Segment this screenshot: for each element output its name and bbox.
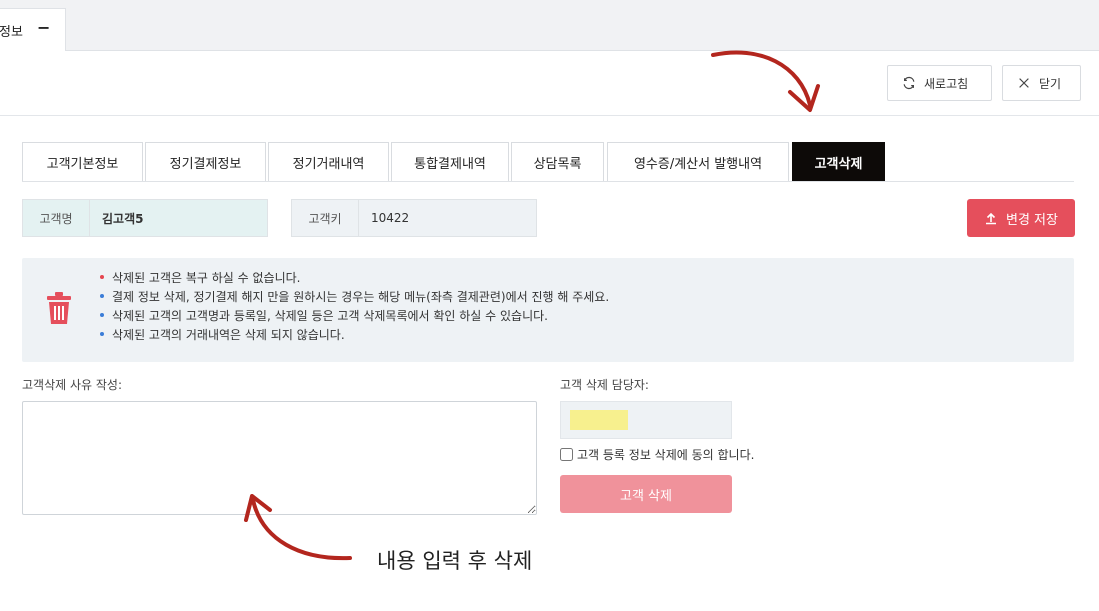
notice-item: 결제 정보 삭제, 정기결제 해지 만을 원하시는 경우는 해당 메뉴(좌측 결… xyxy=(100,288,609,307)
tab-label: 통합결제내역 xyxy=(414,156,486,172)
window-tab-strip xyxy=(0,0,1099,51)
delete-customer-label: 고객 삭제 xyxy=(620,488,672,504)
tab-label: 정기거래내역 xyxy=(292,156,365,172)
close-button[interactable]: 닫기 xyxy=(1002,65,1081,101)
delete-customer-button[interactable]: 고객 삭제 xyxy=(560,475,732,513)
save-changes-button[interactable]: 변경 저장 xyxy=(967,199,1075,237)
tab-label: 정기결제정보 xyxy=(169,156,242,172)
tab-bar: 고객기본정보 정기결제정보 정기거래내역 통합결제내역 상담목록 영수증/계산서… xyxy=(22,142,1074,182)
tab-recurring-transactions[interactable]: 정기거래내역 xyxy=(268,142,389,181)
bullet-dot xyxy=(100,275,104,279)
customer-key-field: 고객키 10422 xyxy=(291,199,537,237)
customer-name-value: 김고객5 xyxy=(102,211,144,226)
delete-notice: 삭제된 고객은 복구 하실 수 없습니다. 결제 정보 삭제, 정기결제 해지 … xyxy=(22,258,1074,362)
customer-key-label: 고객키 xyxy=(292,200,359,236)
annotation-text: 내용 입력 후 삭제 xyxy=(377,549,533,573)
save-changes-label: 변경 저장 xyxy=(1006,212,1058,228)
tab-delete-customer[interactable]: 고객삭제 xyxy=(792,142,885,181)
refresh-icon xyxy=(903,76,915,90)
notice-item: 삭제된 고객의 고객명과 등록일, 삭제일 등은 고객 삭제목록에서 확인 하실… xyxy=(100,307,609,326)
window-tab[interactable]: 정보 − xyxy=(0,8,66,51)
refresh-button[interactable]: 새로고침 xyxy=(887,65,992,101)
trash-icon xyxy=(47,292,71,324)
tab-label: 고객삭제 xyxy=(814,156,863,172)
reason-textarea[interactable] xyxy=(22,401,537,515)
notice-item: 삭제된 고객은 복구 하실 수 없습니다. xyxy=(100,269,609,288)
bullet-dot xyxy=(100,313,104,317)
window-tab-title: 정보 xyxy=(0,25,23,40)
manager-field xyxy=(560,401,732,439)
tab-customer-info[interactable]: 고객기본정보 xyxy=(22,142,143,181)
upload-icon xyxy=(986,212,996,225)
manager-label: 고객 삭제 담당자: xyxy=(560,378,649,392)
minus-icon[interactable]: − xyxy=(37,18,50,37)
close-icon xyxy=(1019,78,1029,88)
agree-checkbox[interactable] xyxy=(560,448,573,461)
customer-name-field: 고객명 김고객5 xyxy=(22,199,268,237)
reason-label: 고객삭제 사유 작성: xyxy=(22,378,122,392)
tab-recurring-payment[interactable]: 정기결제정보 xyxy=(145,142,266,181)
tab-consultations[interactable]: 상담목록 xyxy=(511,142,604,181)
tab-receipts[interactable]: 영수증/계산서 발행내역 xyxy=(607,142,789,181)
tab-label: 영수증/계산서 발행내역 xyxy=(633,156,763,172)
bullet-dot xyxy=(100,332,104,336)
tab-label: 상담목록 xyxy=(533,156,582,172)
bullet-dot xyxy=(100,294,104,298)
agree-label: 고객 등록 정보 삭제에 동의 합니다. xyxy=(577,448,755,462)
customer-key-value: 10422 xyxy=(371,211,410,225)
refresh-label: 새로고침 xyxy=(924,76,969,91)
notice-item: 삭제된 고객의 거래내역은 삭제 되지 않습니다. xyxy=(100,326,609,345)
agree-checkbox-row[interactable]: 고객 등록 정보 삭제에 동의 합니다. xyxy=(560,446,754,463)
close-label: 닫기 xyxy=(1039,76,1062,91)
customer-name-label: 고객명 xyxy=(23,200,90,236)
tab-label: 고객기본정보 xyxy=(46,156,119,172)
manager-name-highlight xyxy=(570,410,628,430)
tab-integrated-payments[interactable]: 통합결제내역 xyxy=(391,142,509,181)
notice-list: 삭제된 고객은 복구 하실 수 없습니다. 결제 정보 삭제, 정기결제 해지 … xyxy=(100,269,609,345)
